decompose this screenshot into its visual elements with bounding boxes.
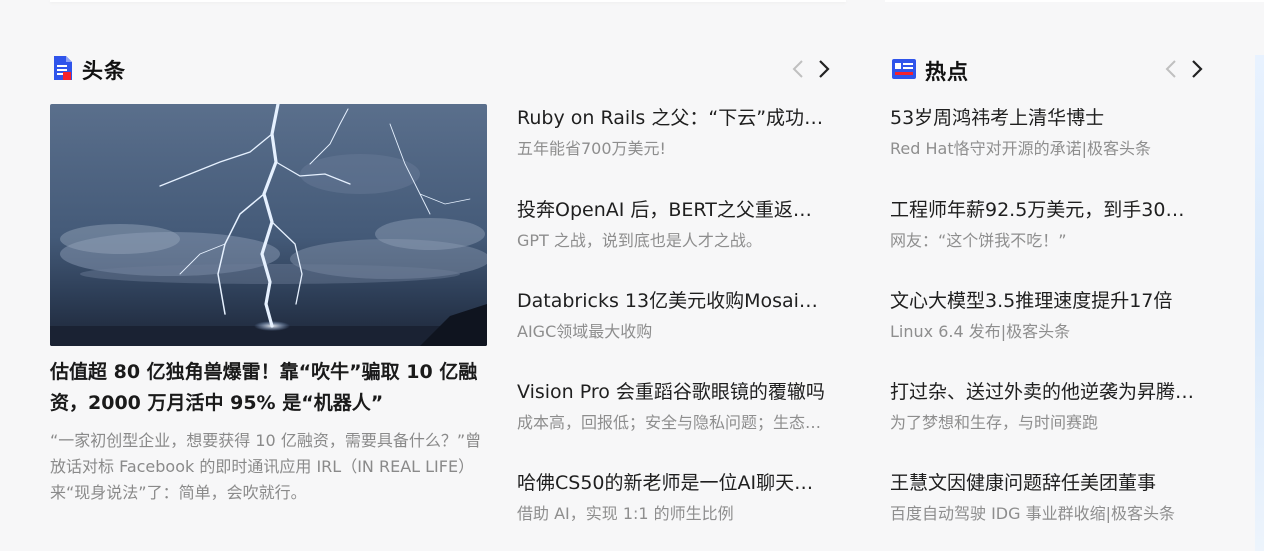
hot-item-title[interactable]: 王慧文因健康问题辞任美团董事 <box>890 469 1200 497</box>
headline-item-subtitle: 成本高，回报低；安全与隐私问题；生态不成熟 <box>517 413 828 432</box>
headline-item-title[interactable]: 投奔OpenAI 后，BERT之父重返谷歌 <box>517 196 828 224</box>
hot-header: 热点 <box>891 56 969 86</box>
headline-item[interactable]: Vision Pro 会重蹈谷歌眼镜的覆辙吗 成本高，回报低；安全与隐私问题；生… <box>517 378 828 435</box>
document-icon <box>52 55 74 85</box>
hot-item-subtitle: 为了梦想和生存，与时间赛跑 <box>890 413 1099 432</box>
hot-item-subtitle: Red Hat恪守对开源的承诺|极客头条 <box>890 139 1151 158</box>
hot-item[interactable]: 王慧文因健康问题辞任美团董事 百度自动驾驶 IDG 事业群收缩|极客头条 <box>890 469 1200 526</box>
side-banner-edge <box>1255 55 1264 551</box>
hot-item[interactable]: 53岁周鸿祎考上清华博士 Red Hat恪守对开源的承诺|极客头条 <box>890 104 1200 161</box>
headline-item-subtitle: 借助 AI，实现 1:1 的师生比例 <box>517 504 734 523</box>
hot-item-subtitle: 网友：“这个饼我不吃！” <box>890 231 1067 250</box>
section-title-hot: 热点 <box>925 60 969 84</box>
chevron-left-icon[interactable] <box>788 57 808 81</box>
hot-pager <box>1161 57 1207 81</box>
news-card-icon <box>891 57 917 85</box>
hot-item-title[interactable]: 文心大模型3.5推理速度提升17倍 <box>890 287 1200 315</box>
headline-item[interactable]: Ruby on Rails 之父：“下云”成功，两年能省七百万美元 五年能省70… <box>517 104 828 161</box>
previous-section-card-right <box>885 0 1264 2</box>
hero-image[interactable] <box>50 104 487 346</box>
chevron-left-icon[interactable] <box>1161 57 1181 81</box>
hot-item[interactable]: 工程师年薪92.5万美元，到手30万美元 网友：“这个饼我不吃！” <box>890 196 1200 253</box>
hot-item[interactable]: 打过杂、送过外卖的他逆袭为昇腾开发者 为了梦想和生存，与时间赛跑 <box>890 378 1200 435</box>
headlines-pager <box>788 57 834 81</box>
hero-description: “一家初创型企业，想要获得 10 亿融资，需要具备什么？”曾放话对标 Faceb… <box>50 431 482 502</box>
headlines-header: 头条 <box>52 55 126 85</box>
chevron-right-icon[interactable] <box>814 57 834 81</box>
headline-item[interactable]: Databricks 13亿美元收购MosaicML AIGC领域最大收购 <box>517 287 828 344</box>
headline-item[interactable]: 投奔OpenAI 后，BERT之父重返谷歌 GPT 之战，说到底也是人才之战。 <box>517 196 828 253</box>
headline-item-title[interactable]: Databricks 13亿美元收购MosaicML <box>517 287 828 315</box>
headline-item-subtitle: GPT 之战，说到底也是人才之战。 <box>517 231 762 250</box>
headline-item[interactable]: 哈佛CS50的新老师是一位AI聊天机器人 借助 AI，实现 1:1 的师生比例 <box>517 469 828 526</box>
headline-item-title[interactable]: Vision Pro 会重蹈谷歌眼镜的覆辙吗 <box>517 378 828 406</box>
chevron-right-icon[interactable] <box>1187 57 1207 81</box>
headline-item-title[interactable]: Ruby on Rails 之父：“下云”成功，两年能省七百万美元 <box>517 104 828 132</box>
hot-item-title[interactable]: 工程师年薪92.5万美元，到手30万美元 <box>890 196 1200 224</box>
hot-item-title[interactable]: 53岁周鸿祎考上清华博士 <box>890 104 1200 132</box>
headline-item-title[interactable]: 哈佛CS50的新老师是一位AI聊天机器人 <box>517 469 828 497</box>
hot-item[interactable]: 文心大模型3.5推理速度提升17倍 Linux 6.4 发布|极客头条 <box>890 287 1200 344</box>
hot-item-title[interactable]: 打过杂、送过外卖的他逆袭为昇腾开发者 <box>890 378 1200 406</box>
headline-item-subtitle: 五年能省700万美元! <box>517 139 666 158</box>
previous-section-card <box>50 0 846 2</box>
section-title-headlines: 头条 <box>82 59 126 83</box>
hero-title[interactable]: 估值超 80 亿独角兽爆雷！靠“吹牛”骗取 10 亿融资，2000 万月活中 9… <box>50 357 490 419</box>
hot-item-subtitle: 百度自动驾驶 IDG 事业群收缩|极客头条 <box>890 504 1176 523</box>
headline-item-subtitle: AIGC领域最大收购 <box>517 322 653 341</box>
hot-item-subtitle: Linux 6.4 发布|极客头条 <box>890 322 1071 341</box>
